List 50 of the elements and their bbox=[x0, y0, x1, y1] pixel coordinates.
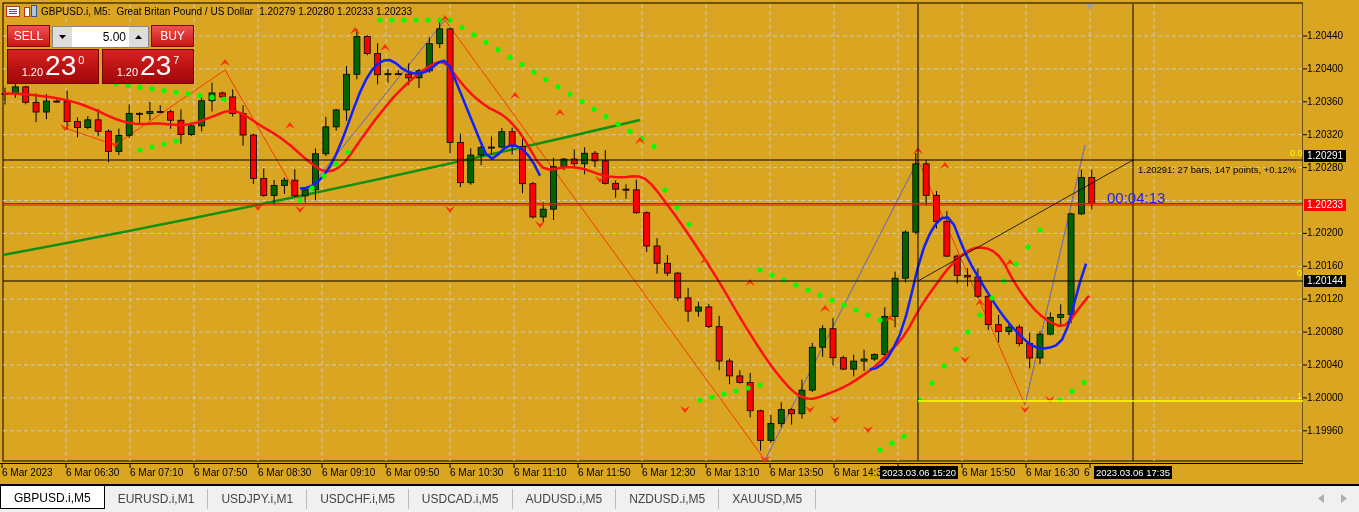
volume-field[interactable]: 5.00 bbox=[52, 26, 149, 48]
time-label: 6 Mar 10:30 bbox=[450, 467, 504, 478]
time-label: 6 Mar 11:50 bbox=[578, 467, 631, 478]
time-label: 6 Mar 07:50 bbox=[194, 467, 248, 478]
bar-timer: 00:04:13 bbox=[1107, 189, 1166, 206]
chart-tab[interactable]: EURUSD.i,M1 bbox=[104, 489, 209, 509]
time-label: 6 bbox=[1084, 467, 1090, 478]
buy-button[interactable]: BUY bbox=[151, 25, 194, 47]
time-label: 6 Mar 13:10 bbox=[706, 467, 760, 478]
price-label: 1.20120 bbox=[1307, 293, 1344, 306]
price-label: 1.20280 bbox=[1307, 161, 1344, 174]
fibo-level-label: 0.0 bbox=[1290, 148, 1303, 158]
price-marker: 1.20291 bbox=[1304, 150, 1347, 162]
time-label: 6 Mar 15:50 bbox=[962, 467, 1016, 478]
time-label: 6 Mar 12:30 bbox=[642, 467, 696, 478]
price-label: 1.20360 bbox=[1307, 95, 1344, 108]
time-label: 6 Mar 09:50 bbox=[386, 467, 440, 478]
price-label: 1.19960 bbox=[1307, 424, 1344, 437]
fibo-level-label: 0 bbox=[1297, 268, 1302, 278]
price-label: 1.20160 bbox=[1307, 260, 1344, 273]
time-marker: 2023.03.06 17:35 bbox=[1094, 466, 1172, 479]
symbol-description: Great Britan Pound / US Dollar bbox=[116, 5, 254, 17]
price-label: 1.20440 bbox=[1307, 30, 1344, 42]
chart-tab[interactable]: GBPUSD.i,M5 bbox=[0, 486, 105, 509]
ohlc-values: 1.20279 1.20280 1.20233 1.20233 bbox=[259, 5, 413, 17]
time-label: 6 Mar 16:30 bbox=[1026, 467, 1080, 478]
chart-tab[interactable]: NZDUSD.i,M5 bbox=[616, 489, 720, 509]
price-label: 1.20040 bbox=[1307, 359, 1344, 371]
time-label: 6 Mar 06:30 bbox=[66, 467, 120, 478]
time-label: 6 Mar 2023 bbox=[2, 467, 53, 478]
time-label: 6 Mar 13:50 bbox=[770, 467, 824, 478]
price-marker: 1.20144 bbox=[1304, 275, 1347, 287]
price-label: 1.20400 bbox=[1307, 62, 1344, 75]
time-label: 6 Mar 08:30 bbox=[258, 467, 312, 478]
sell-button[interactable]: SELL bbox=[7, 25, 50, 47]
price-label: 1.20320 bbox=[1307, 128, 1344, 141]
chart-tab[interactable]: USDCAD.i,M5 bbox=[408, 489, 513, 509]
price-label: 1.20200 bbox=[1307, 227, 1344, 240]
chart-tab[interactable]: XAUUSD,M5 bbox=[719, 489, 817, 509]
symbol-label: GBPUSD.i, M5: bbox=[41, 5, 111, 17]
price-label: 1.20080 bbox=[1307, 326, 1344, 339]
fibo-level-label: 1 bbox=[1297, 391, 1302, 401]
price-label: 1.20000 bbox=[1307, 391, 1344, 404]
chart-tab[interactable]: USDJPY.i,M1 bbox=[208, 489, 308, 509]
time-label: 6 Mar 11:10 bbox=[514, 467, 567, 478]
chart-tab[interactable]: AUDUSD.i,M5 bbox=[512, 489, 617, 509]
time-label: 6 Mar 07:10 bbox=[130, 467, 184, 478]
chart-tab[interactable]: USDCHF.i,M5 bbox=[307, 489, 409, 509]
price-marker: 1.20233 bbox=[1304, 199, 1347, 211]
time-label: 6 Mar 09:10 bbox=[322, 467, 376, 478]
